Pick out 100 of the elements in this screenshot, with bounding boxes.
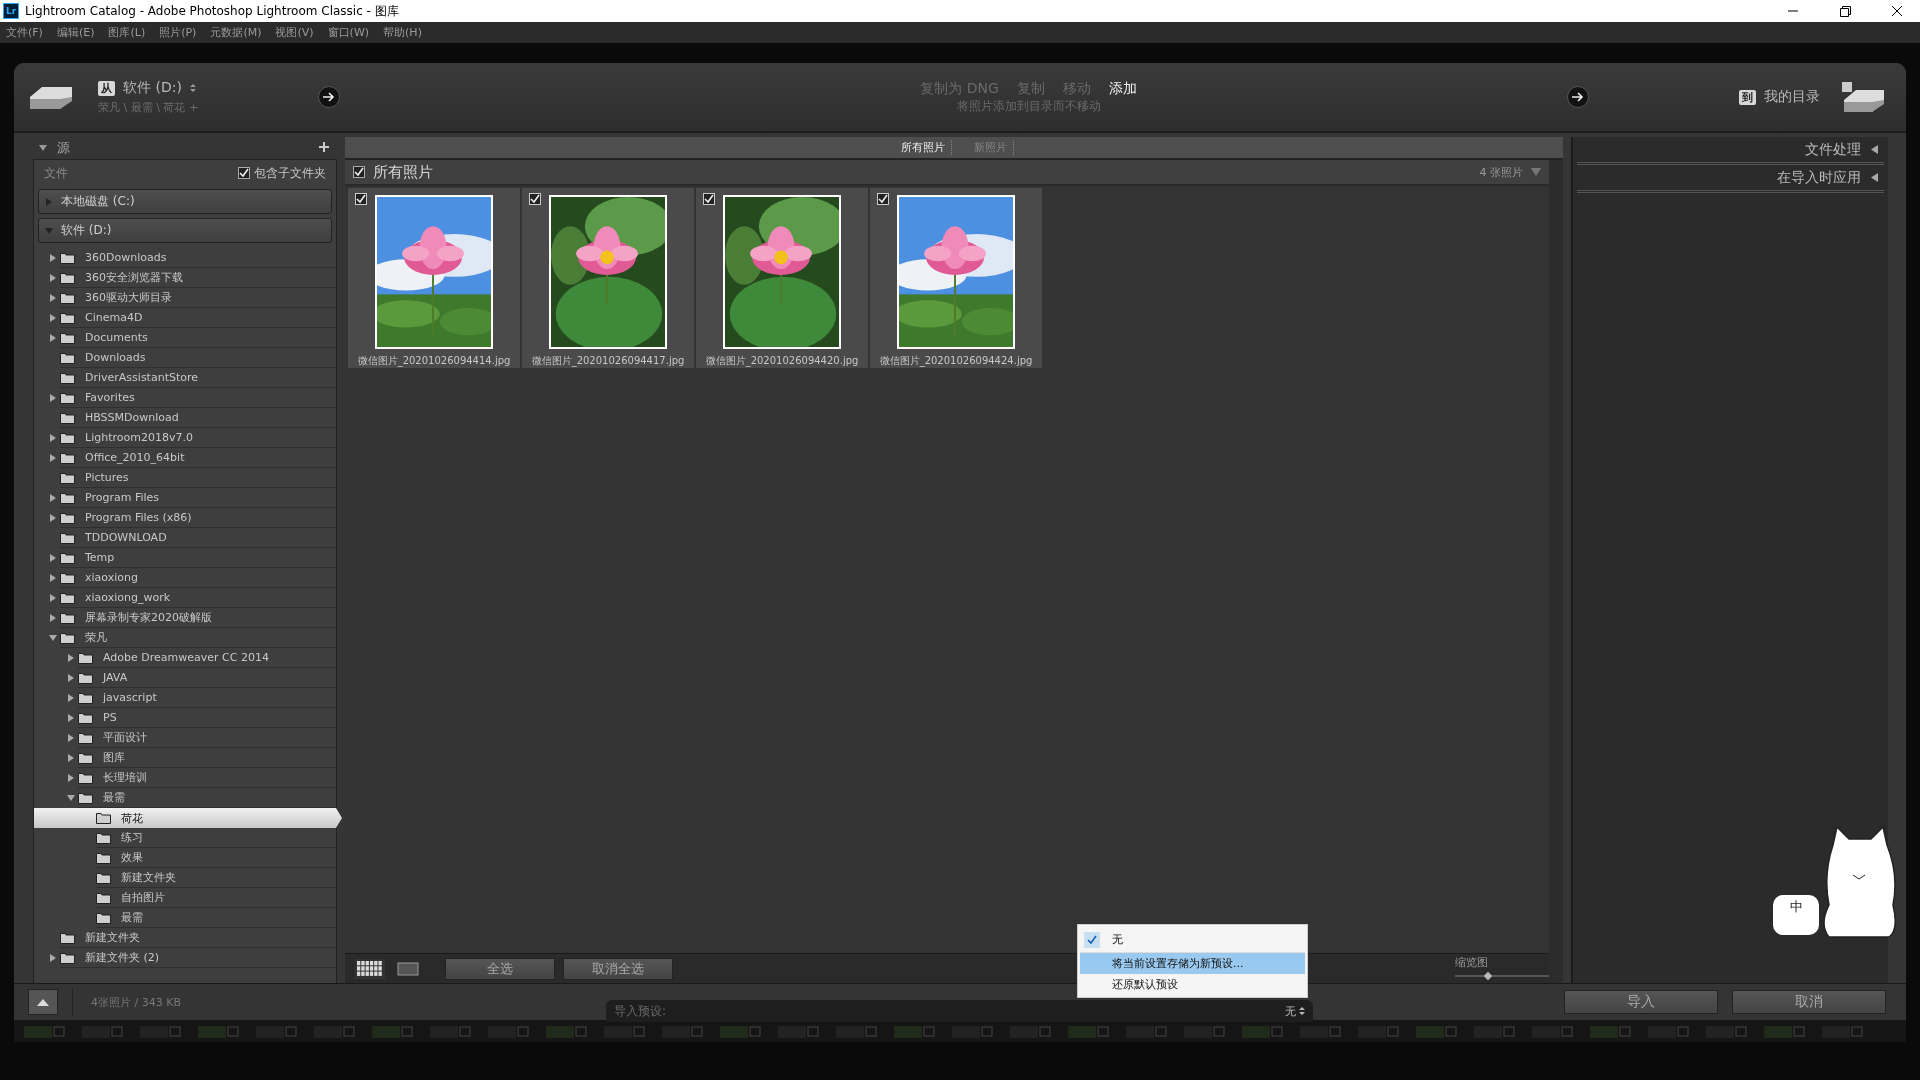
collapse-arrow-icon[interactable]	[39, 144, 47, 152]
cancel-button[interactable]: 取消	[1732, 990, 1886, 1014]
folder-row[interactable]: Office_2010_64bit	[34, 448, 336, 468]
folder-row[interactable]: 360Downloads	[34, 248, 336, 268]
menu-item[interactable]: 文件(F)	[6, 25, 43, 40]
folder-row[interactable]: 荷花	[34, 808, 342, 828]
slider-thumb[interactable]	[1483, 971, 1493, 981]
folder-row[interactable]: PS	[34, 708, 336, 728]
select-all-button[interactable]: 全选	[445, 957, 555, 980]
import-mode-option[interactable]: 添加	[1108, 79, 1137, 98]
folder-row[interactable]: Program Files	[34, 488, 336, 508]
menu-item[interactable]: 还原默认预设	[1080, 974, 1305, 995]
source-drive[interactable]: 软件 (D:)	[123, 79, 182, 97]
menu-item[interactable]: 帮助(H)	[383, 25, 422, 40]
menu-item[interactable]: 将当前设置存储为新预设...	[1080, 953, 1305, 974]
expand-arrow-icon[interactable]	[49, 254, 57, 262]
checkbox[interactable]	[877, 193, 889, 205]
deselect-all-button[interactable]: 取消全选	[563, 957, 673, 980]
folder-row[interactable]: Favorites	[34, 388, 336, 408]
expand-arrow-icon[interactable]	[67, 774, 75, 782]
folder-row[interactable]: xiaoxiong_work	[34, 588, 336, 608]
photo-cell[interactable]: 微信图片_20201026094414.jpg	[348, 188, 520, 368]
folder-row[interactable]: DriverAssistantStore	[34, 368, 336, 388]
photo-cell[interactable]: 微信图片_20201026094417.jpg	[522, 188, 694, 368]
folder-row[interactable]: TDDOWNLOAD	[34, 528, 336, 548]
plus-icon[interactable]	[319, 142, 331, 154]
expand-arrow-icon[interactable]	[67, 734, 75, 742]
expand-arrow-icon[interactable]	[49, 334, 57, 342]
preset-dropdown[interactable]: 无	[1285, 1003, 1305, 1019]
expand-arrow-icon[interactable]	[67, 674, 75, 682]
updown-caret-icon[interactable]	[189, 83, 196, 93]
menu-item[interactable]: 视图(V)	[275, 25, 314, 40]
folder-row[interactable]: 荣凡	[34, 628, 336, 648]
expand-arrow-icon[interactable]	[49, 434, 57, 442]
expand-arrow-icon[interactable]	[49, 274, 57, 282]
expand-arrow-icon[interactable]	[67, 694, 75, 702]
folder-row[interactable]: 360驱动大师目录	[34, 288, 336, 308]
ime-indicator[interactable]: 中	[1773, 895, 1819, 935]
panel-section-header[interactable]: 文件处理	[1577, 137, 1884, 165]
import-preset-bar[interactable]: 导入预设: 无	[606, 1000, 1313, 1022]
folder-row[interactable]: 练习	[34, 828, 336, 848]
folder-row[interactable]: Adobe Dreamweaver CC 2014	[34, 648, 336, 668]
expand-arrow-icon[interactable]	[49, 494, 57, 502]
folder-row[interactable]: 新建文件夹	[34, 928, 336, 948]
expand-arrow-icon[interactable]	[49, 554, 57, 562]
expand-arrow-icon[interactable]	[49, 614, 57, 622]
folder-row[interactable]: xiaoxiong	[34, 568, 336, 588]
panel-section-header[interactable]: 在导入时应用	[1577, 165, 1884, 193]
expand-arrow-icon[interactable]	[49, 574, 57, 582]
folder-row[interactable]: 新建文件夹	[34, 868, 336, 888]
expand-arrow-icon[interactable]	[67, 654, 75, 662]
menu-item[interactable]: 窗口(W)	[327, 25, 370, 40]
expand-arrow-icon[interactable]	[49, 954, 57, 962]
folder-row[interactable]: 最需	[34, 908, 336, 928]
menu-item[interactable]: 元数据(M)	[210, 25, 262, 40]
arrow-right-button[interactable]	[1567, 86, 1589, 108]
checkbox[interactable]	[238, 167, 250, 179]
expand-arrow-icon[interactable]	[49, 314, 57, 322]
folder-row[interactable]: Downloads	[34, 348, 336, 368]
expand-arrow-icon[interactable]	[49, 594, 57, 602]
collapse-arrow-icon[interactable]	[49, 634, 57, 642]
folder-row[interactable]: Pictures	[34, 468, 336, 488]
photo-cell[interactable]: 微信图片_20201026094424.jpg	[870, 188, 1042, 368]
tab[interactable]: 所有照片	[894, 140, 952, 155]
folder-row[interactable]: 平面设计	[34, 728, 336, 748]
checkbox[interactable]	[703, 193, 715, 205]
folder-row[interactable]: Cinema4D	[34, 308, 336, 328]
collapse-arrow-icon[interactable]	[67, 794, 75, 802]
folder-row[interactable]: JAVA	[34, 668, 336, 688]
drive-header[interactable]: 软件 (D:)	[38, 218, 332, 243]
checkbox[interactable]	[353, 166, 365, 178]
expand-arrow-icon[interactable]	[49, 294, 57, 302]
expand-arrow-icon[interactable]	[49, 394, 57, 402]
expand-arrow-icon[interactable]	[67, 714, 75, 722]
folder-row[interactable]: Lightroom2018v7.0	[34, 428, 336, 448]
menu-item[interactable]: 照片(P)	[159, 25, 197, 40]
folder-row[interactable]: Program Files (x86)	[34, 508, 336, 528]
grid-view-button[interactable]	[355, 958, 385, 979]
menu-item[interactable]: 编辑(E)	[56, 25, 95, 40]
destination-catalog[interactable]: 我的目录	[1764, 88, 1820, 106]
expand-arrow-icon[interactable]	[49, 454, 57, 462]
photo-cell[interactable]: 微信图片_20201026094420.jpg	[696, 188, 868, 368]
folder-row[interactable]: 360安全浏览器下载	[34, 268, 336, 288]
folder-row[interactable]: HBSSMDownload	[34, 408, 336, 428]
folder-row[interactable]: 自拍图片	[34, 888, 336, 908]
menu-item[interactable]: 图库(L)	[108, 25, 146, 40]
folder-row[interactable]: 新建文件夹 (2)	[34, 948, 336, 968]
folder-row[interactable]: 长理培训	[34, 768, 336, 788]
folder-row[interactable]: Temp	[34, 548, 336, 568]
checkbox[interactable]	[355, 193, 367, 205]
folder-row[interactable]: javascript	[34, 688, 336, 708]
folder-row[interactable]: 图库	[34, 748, 336, 768]
folder-row[interactable]: 屏幕录制专家2020破解版	[34, 608, 336, 628]
expand-arrow-icon[interactable]	[67, 754, 75, 762]
arrow-right-button[interactable]	[318, 86, 341, 108]
drive-header[interactable]: 本地磁盘 (C:)	[38, 189, 332, 214]
expand-arrow-icon[interactable]	[49, 514, 57, 522]
checkbox[interactable]	[529, 193, 541, 205]
folder-row[interactable]: Documents	[34, 328, 336, 348]
expand-filmstrip-button[interactable]	[28, 989, 58, 1015]
